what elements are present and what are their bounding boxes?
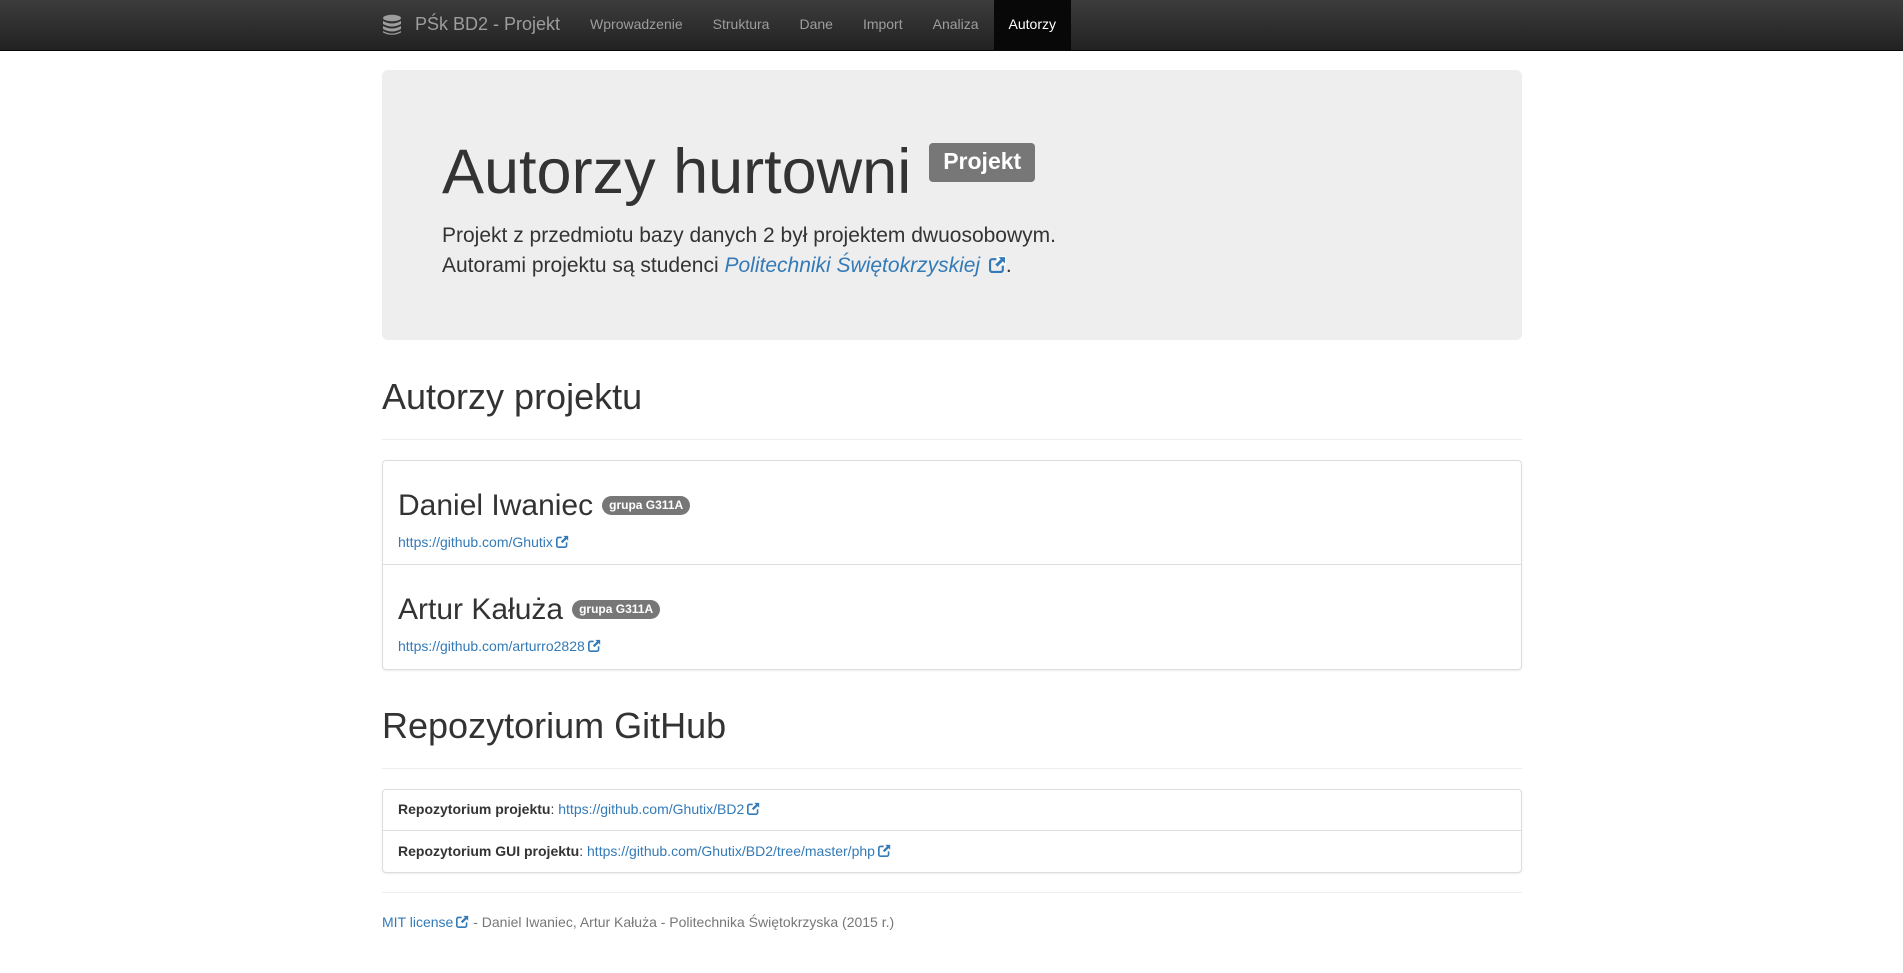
university-link-text: Politechniki Świętokrzyskiej — [724, 254, 981, 277]
nav-item-wprowadzenie[interactable]: Wprowadzenie — [575, 0, 698, 50]
nav-item-analiza[interactable]: Analiza — [918, 0, 994, 50]
repo-list: Repozytorium projektu: https://github.co… — [382, 789, 1522, 873]
author-github-link[interactable]: https://github.com/Ghutix — [398, 533, 569, 553]
author-github-link[interactable]: https://github.com/arturro2828 — [398, 637, 601, 657]
lead-paragraph-2: Autorami projektu są studenci Politechni… — [442, 251, 1012, 281]
navbar-container: PŚk BD2 - Projekt Wprowadzenie Struktura… — [367, 0, 1072, 50]
lead-paragraph-1: Projekt z przedmiotu bazy danych 2 był p… — [442, 221, 1056, 251]
external-link-icon — [555, 535, 569, 548]
title-badge: Projekt — [929, 143, 1036, 182]
list-item: Artur Kałuża grupa G311A https://github.… — [383, 565, 1521, 669]
repo-colon: : — [550, 801, 559, 817]
external-link-icon — [877, 843, 891, 857]
nav-item-dane[interactable]: Dane — [784, 0, 847, 50]
list-item: Daniel Iwaniec grupa G311A https://githu… — [383, 461, 1521, 565]
author-name-heading: Artur Kałuża grupa G311A — [398, 593, 661, 626]
repo-label: Repozytorium projektu — [398, 801, 551, 817]
group-badge: grupa G311A — [572, 599, 661, 620]
repo-url: https://github.com/Ghutix/BD2/tree/maste… — [587, 842, 875, 859]
nav-item-struktura[interactable]: Struktura — [698, 0, 785, 50]
repo-link[interactable]: https://github.com/Ghutix/BD2/tree/maste… — [587, 842, 891, 862]
author-name-heading: Daniel Iwaniec grupa G311A — [398, 489, 691, 522]
external-link-icon — [456, 915, 470, 928]
footer-text: - Daniel Iwaniec, Artur Kałuża - Politec… — [469, 914, 895, 930]
repo-section-header: Repozytorium GitHub — [382, 706, 1522, 769]
lead2-prefix: Autorami projektu są studenci — [442, 254, 725, 277]
repo-label: Repozytorium GUI projektu — [398, 842, 580, 859]
university-link[interactable]: Politechniki Świętokrzyskiej — [724, 254, 1006, 277]
group-badge: grupa G311A — [602, 495, 691, 516]
external-link-icon — [747, 802, 761, 815]
navbar-brand[interactable]: PŚk BD2 - Projekt — [367, 0, 575, 50]
repo-link[interactable]: https://github.com/Ghutix/BD2 — [558, 800, 761, 820]
repo-url: https://github.com/Ghutix/BD2 — [558, 801, 745, 817]
authors-heading: Autorzy projektu — [382, 376, 643, 417]
authors-list: Daniel Iwaniec grupa G311A https://githu… — [382, 460, 1522, 670]
license-link-text: MIT license — [382, 914, 454, 930]
lead2-suffix: . — [1005, 254, 1012, 277]
lead1-prefix: Projekt z przedmiotu — [442, 224, 640, 247]
lead1-suffix: był projektem dwuosobowym. — [774, 224, 1056, 247]
top-navbar: PŚk BD2 - Projekt Wprowadzenie Struktura… — [0, 0, 1903, 51]
nav-item-autorzy[interactable]: Autorzy — [993, 0, 1072, 50]
page-title: Autorzy hurtowni Projekt — [442, 137, 1036, 207]
footer: MIT license - Daniel Iwaniec, Artur Kału… — [382, 892, 1522, 933]
author-name: Daniel Iwaniec — [398, 489, 594, 522]
list-item: Repozytorium GUI projektu: https://githu… — [383, 831, 1521, 872]
external-link-icon — [587, 639, 601, 652]
navbar-brand-text: PŚk BD2 - Projekt — [415, 14, 561, 35]
lead1-bold: bazy danych 2 — [639, 224, 775, 247]
nav-item-import[interactable]: Import — [848, 0, 918, 50]
repo-colon: : — [579, 842, 588, 859]
external-link-icon — [988, 256, 1006, 273]
authors-section-header: Autorzy projektu — [382, 377, 1522, 440]
author-name: Artur Kałuża — [398, 593, 564, 626]
license-link[interactable]: MIT license — [382, 914, 470, 930]
repo-heading: Repozytorium GitHub — [382, 705, 727, 746]
author-github-url: https://github.com/Ghutix — [398, 534, 553, 550]
database-icon — [382, 14, 402, 36]
page-title-text: Autorzy hurtowni — [442, 137, 912, 207]
list-item: Repozytorium projektu: https://github.co… — [383, 790, 1521, 831]
jumbotron: Autorzy hurtowni Projekt Projekt z przed… — [382, 70, 1522, 340]
author-github-url: https://github.com/arturro2828 — [398, 638, 585, 654]
